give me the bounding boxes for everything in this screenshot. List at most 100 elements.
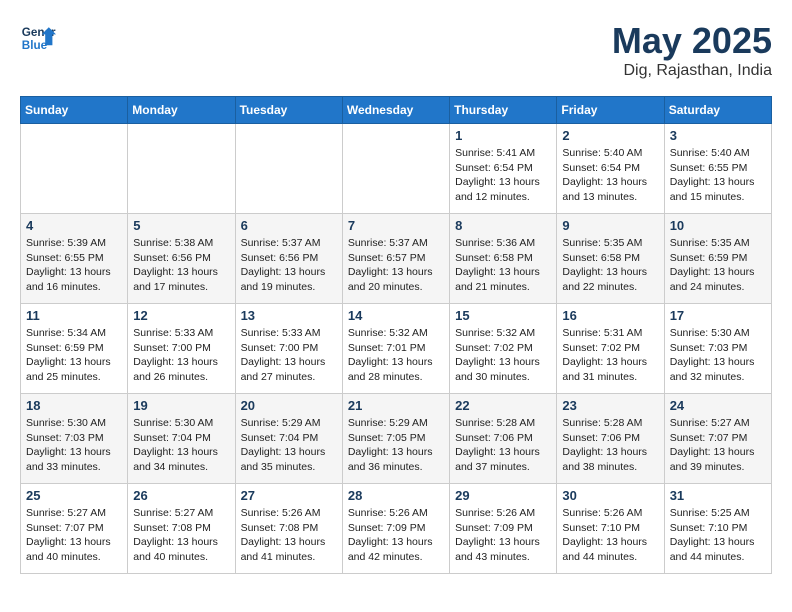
calendar-day-26: 26 Sunrise: 5:27 AM Sunset: 7:08 PM Dayli… [128,484,235,574]
logo-icon: General Blue [20,20,56,56]
day-number: 8 [455,218,551,233]
day-info: Sunrise: 5:37 AM Sunset: 6:56 PM Dayligh… [241,236,337,295]
calendar-day-15: 15Sunrise: 5:32 AM Sunset: 7:02 PM Dayli… [450,304,557,394]
calendar-day-4: 4 Sunrise: 5:39 AM Sunset: 6:55 PM Daylig… [21,214,128,304]
day-info: Sunrise: 5:33 AM Sunset: 7:00 PM Dayligh… [133,326,229,385]
calendar-day-2: 2Sunrise: 5:40 AM Sunset: 6:54 PM Daylig… [557,124,664,214]
calendar-week-2: 4 Sunrise: 5:39 AM Sunset: 6:55 PM Daylig… [21,214,772,304]
calendar-day-11: 11Sunrise: 5:34 AM Sunset: 6:59 PM Dayli… [21,304,128,394]
column-header-monday: Monday [128,97,235,124]
day-number: 16 [562,308,658,323]
day-info: Sunrise: 5:30 AM Sunset: 7:03 PM Dayligh… [670,326,766,385]
day-number: 13 [241,308,337,323]
calendar-day-7: 7 Sunrise: 5:37 AM Sunset: 6:57 PM Daylig… [342,214,449,304]
svg-text:Blue: Blue [22,39,48,52]
calendar-day-8: 8 Sunrise: 5:36 AM Sunset: 6:58 PM Daylig… [450,214,557,304]
day-number: 23 [562,398,658,413]
day-info: Sunrise: 5:25 AM Sunset: 7:10 PM Dayligh… [670,506,766,565]
day-info: Sunrise: 5:33 AM Sunset: 7:00 PM Dayligh… [241,326,337,385]
day-number: 18 [26,398,122,413]
column-header-thursday: Thursday [450,97,557,124]
day-number: 17 [670,308,766,323]
calendar-week-1: 1Sunrise: 5:41 AM Sunset: 6:54 PM Daylig… [21,124,772,214]
calendar-day-24: 24 Sunrise: 5:27 AM Sunset: 7:07 PM Dayli… [664,394,771,484]
day-number: 19 [133,398,229,413]
day-info: Sunrise: 5:32 AM Sunset: 7:01 PM Dayligh… [348,326,444,385]
day-info: Sunrise: 5:40 AM Sunset: 6:55 PM Dayligh… [670,146,766,205]
calendar-week-5: 25 Sunrise: 5:27 AM Sunset: 7:07 PM Dayli… [21,484,772,574]
column-header-saturday: Saturday [664,97,771,124]
day-number: 10 [670,218,766,233]
day-info: Sunrise: 5:38 AM Sunset: 6:56 PM Dayligh… [133,236,229,295]
day-info: Sunrise: 5:26 AM Sunset: 7:08 PM Dayligh… [241,506,337,565]
calendar-table: SundayMondayTuesdayWednesdayThursdayFrid… [20,96,772,574]
day-number: 26 [133,488,229,503]
calendar-day-31: 31Sunrise: 5:25 AM Sunset: 7:10 PM Dayli… [664,484,771,574]
day-number: 3 [670,128,766,143]
day-info: Sunrise: 5:29 AM Sunset: 7:05 PM Dayligh… [348,416,444,475]
day-number: 30 [562,488,658,503]
day-number: 25 [26,488,122,503]
calendar-day-14: 14 Sunrise: 5:32 AM Sunset: 7:01 PM Dayli… [342,304,449,394]
calendar-header-row: SundayMondayTuesdayWednesdayThursdayFrid… [21,97,772,124]
day-number: 27 [241,488,337,503]
day-info: Sunrise: 5:40 AM Sunset: 6:54 PM Dayligh… [562,146,658,205]
day-number: 29 [455,488,551,503]
calendar-day-12: 12 Sunrise: 5:33 AM Sunset: 7:00 PM Dayli… [128,304,235,394]
day-number: 5 [133,218,229,233]
calendar-day-20: 20Sunrise: 5:29 AM Sunset: 7:04 PM Dayli… [235,394,342,484]
day-info: Sunrise: 5:35 AM Sunset: 6:59 PM Dayligh… [670,236,766,295]
calendar-day-23: 23Sunrise: 5:28 AM Sunset: 7:06 PM Dayli… [557,394,664,484]
day-number: 1 [455,128,551,143]
calendar-week-3: 11Sunrise: 5:34 AM Sunset: 6:59 PM Dayli… [21,304,772,394]
day-info: Sunrise: 5:36 AM Sunset: 6:58 PM Dayligh… [455,236,551,295]
day-info: Sunrise: 5:30 AM Sunset: 7:04 PM Dayligh… [133,416,229,475]
day-info: Sunrise: 5:27 AM Sunset: 7:07 PM Dayligh… [26,506,122,565]
day-number: 6 [241,218,337,233]
column-header-tuesday: Tuesday [235,97,342,124]
calendar-day-17: 17 Sunrise: 5:30 AM Sunset: 7:03 PM Dayli… [664,304,771,394]
calendar-day-21: 21 Sunrise: 5:29 AM Sunset: 7:05 PM Dayli… [342,394,449,484]
calendar-day-5: 5 Sunrise: 5:38 AM Sunset: 6:56 PM Daylig… [128,214,235,304]
calendar-day-18: 18 Sunrise: 5:30 AM Sunset: 7:03 PM Dayli… [21,394,128,484]
day-info: Sunrise: 5:37 AM Sunset: 6:57 PM Dayligh… [348,236,444,295]
day-info: Sunrise: 5:27 AM Sunset: 7:08 PM Dayligh… [133,506,229,565]
calendar-day-30: 30 Sunrise: 5:26 AM Sunset: 7:10 PM Dayli… [557,484,664,574]
day-info: Sunrise: 5:26 AM Sunset: 7:10 PM Dayligh… [562,506,658,565]
column-header-friday: Friday [557,97,664,124]
day-number: 21 [348,398,444,413]
column-header-wednesday: Wednesday [342,97,449,124]
calendar-day-6: 6 Sunrise: 5:37 AM Sunset: 6:56 PM Daylig… [235,214,342,304]
day-info: Sunrise: 5:30 AM Sunset: 7:03 PM Dayligh… [26,416,122,475]
day-info: Sunrise: 5:35 AM Sunset: 6:58 PM Dayligh… [562,236,658,295]
calendar-day-29: 29Sunrise: 5:26 AM Sunset: 7:09 PM Dayli… [450,484,557,574]
empty-cell [128,124,235,214]
calendar-day-1: 1Sunrise: 5:41 AM Sunset: 6:54 PM Daylig… [450,124,557,214]
calendar-day-9: 9 Sunrise: 5:35 AM Sunset: 6:58 PM Daylig… [557,214,664,304]
day-info: Sunrise: 5:27 AM Sunset: 7:07 PM Dayligh… [670,416,766,475]
calendar-day-16: 16 Sunrise: 5:31 AM Sunset: 7:02 PM Dayli… [557,304,664,394]
empty-cell [235,124,342,214]
day-number: 7 [348,218,444,233]
calendar-week-4: 18 Sunrise: 5:30 AM Sunset: 7:03 PM Dayli… [21,394,772,484]
empty-cell [21,124,128,214]
day-info: Sunrise: 5:26 AM Sunset: 7:09 PM Dayligh… [348,506,444,565]
day-number: 9 [562,218,658,233]
day-number: 4 [26,218,122,233]
calendar-day-3: 3 Sunrise: 5:40 AM Sunset: 6:55 PM Daylig… [664,124,771,214]
day-info: Sunrise: 5:39 AM Sunset: 6:55 PM Dayligh… [26,236,122,295]
page-header: General Blue General Blue May 2025 Dig, … [20,20,772,80]
empty-cell [342,124,449,214]
day-number: 20 [241,398,337,413]
title-block: May 2025 Dig, Rajasthan, India [612,20,772,80]
day-info: Sunrise: 5:31 AM Sunset: 7:02 PM Dayligh… [562,326,658,385]
calendar-day-25: 25 Sunrise: 5:27 AM Sunset: 7:07 PM Dayli… [21,484,128,574]
day-number: 28 [348,488,444,503]
calendar-day-13: 13 Sunrise: 5:33 AM Sunset: 7:00 PM Dayli… [235,304,342,394]
day-number: 12 [133,308,229,323]
day-number: 14 [348,308,444,323]
calendar-day-28: 28 Sunrise: 5:26 AM Sunset: 7:09 PM Dayli… [342,484,449,574]
day-number: 24 [670,398,766,413]
logo: General Blue General Blue [20,20,56,56]
calendar-day-19: 19 Sunrise: 5:30 AM Sunset: 7:04 PM Dayli… [128,394,235,484]
